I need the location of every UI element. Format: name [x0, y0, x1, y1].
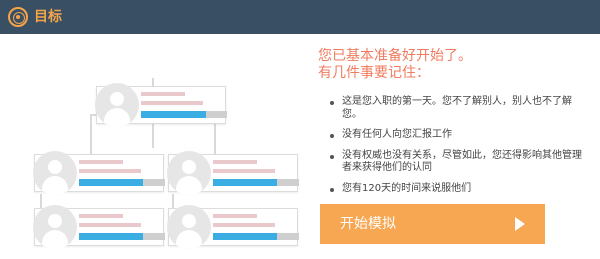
person-avatar-icon: [33, 205, 77, 249]
bullet-dot: [330, 187, 334, 192]
org-card-root: [95, 83, 227, 127]
card-progress-fill: [213, 233, 277, 240]
reminder-item: 这是您入职的第一天。您不了解别人，别人也不了解您。: [318, 96, 588, 121]
bullet-dot: [330, 101, 334, 105]
card-name-placeholder: [213, 214, 257, 218]
org-card-mid-right: [167, 151, 299, 195]
card-name-placeholder: [213, 160, 257, 164]
page-title: 目标: [34, 9, 62, 25]
org-card-bottom-right: [167, 205, 299, 249]
org-card-bottom-left: [33, 205, 165, 249]
org-chart-illustration: [0, 34, 300, 259]
card-name-placeholder: [79, 214, 123, 218]
card-title-placeholder: [213, 223, 275, 227]
card-title-placeholder: [79, 169, 141, 173]
connector-line: [172, 194, 174, 208]
card-progress-fill: [213, 179, 277, 186]
info-title-line2: 有几件事要记住：: [318, 65, 430, 81]
card-progress-fill: [79, 233, 143, 240]
target-icon: [8, 7, 28, 27]
reminder-item: 没有权威也没有关系，尽管如此，您还得影响其他管理者来获得他们的认同: [318, 150, 588, 175]
start-simulation-button[interactable]: 开始模拟: [320, 204, 545, 244]
header-bar: 目标: [0, 0, 600, 34]
card-title-placeholder: [141, 101, 203, 105]
reminder-item: 没有任何人向您汇报工作: [318, 129, 588, 142]
card-progress-fill: [79, 179, 143, 186]
person-avatar-icon: [33, 151, 77, 195]
connector-line: [40, 194, 42, 208]
reminder-text: 没有权威也没有关系，尽管如此，您还得影响其他管理者来获得他们的认同: [342, 149, 582, 174]
info-panel: 您已基本准备好开始了。 有几件事要记住： 这是您入职的第一天。您不了解别人，别人…: [318, 48, 588, 203]
card-progress-bar: [79, 179, 165, 186]
card-progress-bar: [79, 233, 165, 240]
start-button-label: 开始模拟: [340, 216, 396, 232]
info-title-line1: 您已基本准备好开始了。: [318, 48, 472, 64]
card-progress-bar: [213, 179, 299, 186]
person-avatar-icon: [167, 151, 211, 195]
card-progress-bar: [213, 233, 299, 240]
reminder-text: 没有任何人向您汇报工作: [342, 129, 452, 140]
reminder-list: 这是您入职的第一天。您不了解别人，别人也不了解您。 没有任何人向您汇报工作 没有…: [318, 96, 588, 195]
org-card-mid-left: [33, 151, 165, 195]
reminder-item: 您有120天的时间来说服他们: [318, 183, 588, 196]
bullet-dot: [330, 134, 334, 138]
card-progress-fill: [141, 111, 207, 118]
card-name-placeholder: [79, 160, 123, 164]
person-avatar-icon: [95, 83, 139, 127]
card-title-placeholder: [79, 223, 141, 227]
card-title-placeholder: [213, 169, 275, 173]
reminder-text: 这是您入职的第一天。您不了解别人，别人也不了解您。: [342, 96, 572, 120]
card-name-placeholder: [141, 92, 185, 96]
reminder-text: 您有120天的时间来说服他们: [342, 182, 472, 194]
bullet-dot: [330, 154, 334, 159]
play-icon: [515, 217, 525, 231]
card-progress-bar: [141, 111, 227, 118]
connector-line: [90, 114, 92, 154]
person-avatar-icon: [167, 205, 211, 249]
